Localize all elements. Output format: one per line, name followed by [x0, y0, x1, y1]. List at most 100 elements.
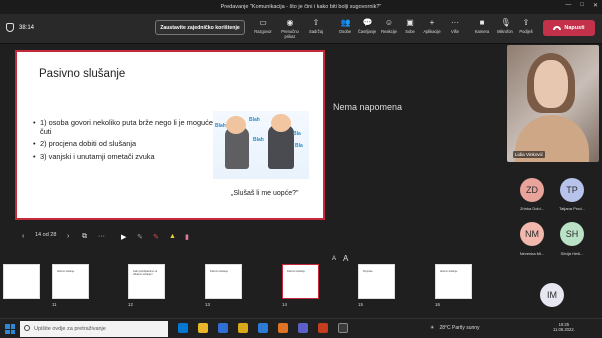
slide-title: Pasivno slušanje: [39, 68, 126, 80]
thumbnail-number: 12: [128, 302, 133, 307]
slide-thumbnail-current[interactable]: Pasivno slušanje: [282, 264, 319, 299]
minimize-icon[interactable]: —: [565, 2, 571, 9]
slide-bullet: 3) vanjski i unutarnji ometači zvuka: [33, 152, 213, 161]
hangup-icon: [553, 26, 562, 30]
tool-chat-button[interactable]: ▭ Razgovor: [251, 18, 275, 34]
stop-sharing-button[interactable]: Zaustavite zajedničko korištenje: [155, 20, 245, 35]
pen-icon[interactable]: ✎: [137, 233, 143, 241]
chat-icon: ▭: [259, 18, 267, 27]
slide-controls: ‹ 14 od 28 › ⧉ ··· ▶ ✎ ✎ ▲ ▮: [0, 226, 502, 246]
teams-icon[interactable]: [298, 323, 308, 333]
emoji-icon: ☺: [384, 18, 394, 27]
thumbnail-number: 14: [282, 302, 287, 307]
windows-taskbar: Upišite ovdje za pretraživanje ☀ 28°C Pa…: [0, 318, 602, 338]
slide-thumbnail[interactable]: Prepreke: [358, 264, 395, 299]
taskbar-clock[interactable]: 18:25 11.08.2022.: [553, 322, 575, 332]
slide-thumbnails: Aktivno slušanje 11 Kako poboljšavamo za…: [0, 262, 520, 310]
face-shape: [534, 60, 568, 108]
mail-icon[interactable]: [258, 323, 268, 333]
chat-bubble-icon: 💬: [362, 18, 373, 27]
pointer-icon[interactable]: ▶: [121, 233, 126, 241]
slide-thumbnail[interactable]: Aktivno slušanje: [435, 264, 472, 299]
man-head: [226, 116, 246, 134]
thumbnail-number: 11: [52, 302, 57, 307]
notes-label: Nema napomena: [333, 102, 403, 112]
participant-avatar[interactable]: SH: [560, 222, 584, 246]
tool-content-button[interactable]: ⇧ Sadržaj: [304, 18, 328, 34]
talking-men-illustration: Blah Blah Blah Bla Bla: [213, 111, 309, 179]
clock-date: 11.08.2022.: [553, 327, 575, 333]
weather-icon: ☀: [430, 325, 435, 331]
app-icon[interactable]: [338, 323, 348, 333]
weather-text: 28°C Partly sunny: [439, 325, 480, 331]
window-titlebar: Predavanje "Komunikacija - što je čini i…: [0, 0, 602, 14]
camera-icon: ■: [479, 18, 485, 27]
red-pen-icon[interactable]: ✎: [153, 233, 159, 241]
grid-view-icon[interactable]: ⧉: [82, 233, 87, 241]
shield-icon: [6, 23, 14, 32]
rooms-icon: ▣: [406, 18, 414, 27]
taskbar-search-placeholder: Upišite ovdje za pretraživanje: [34, 326, 106, 332]
page-counter: 14 od 28: [35, 232, 57, 238]
next-slide-icon[interactable]: ›: [67, 233, 69, 240]
participant-avatar[interactable]: NM: [520, 222, 544, 246]
tool-rooms-button[interactable]: ▣ Sobe: [398, 18, 422, 34]
slide-thumbnail[interactable]: Aktivno slušanje: [52, 264, 89, 299]
more-options-icon[interactable]: ···: [98, 233, 105, 240]
blah-word: Blah: [215, 123, 226, 129]
tool-chat-bubble-button[interactable]: 💬 Čavrljanje: [355, 18, 379, 34]
slide-thumbnail[interactable]: Pasivno slušanje: [205, 264, 242, 299]
highlighter-icon[interactable]: ▲: [169, 233, 176, 240]
blah-word: Blah: [253, 137, 264, 143]
leave-button[interactable]: Napusti: [543, 20, 595, 36]
file-explorer-icon[interactable]: [238, 323, 248, 333]
app-icon[interactable]: [278, 323, 288, 333]
meeting-toolbar: 38:14 Zaustavite zajedničko korištenje ▭…: [0, 14, 602, 44]
participant-video[interactable]: Lidia Vinković: [507, 45, 599, 162]
edge-icon[interactable]: [178, 323, 188, 333]
slide-thumbnail[interactable]: [3, 264, 40, 299]
people-icon: 👥: [340, 18, 351, 27]
blah-word: Bla: [293, 131, 301, 137]
tool-camera-button[interactable]: ■ Kamera: [470, 18, 494, 34]
mic-icon: 🎙: [500, 18, 511, 27]
system-tray: ☀ 28°C Partly sunny: [430, 325, 480, 331]
slide-thumbnail[interactable]: Kako poboljšavamo za efikasno slušanje?: [128, 264, 165, 299]
tool-apps-button[interactable]: + Aplikacije: [420, 18, 444, 34]
participant-avatar[interactable]: TP: [560, 178, 584, 202]
close-icon[interactable]: ✕: [593, 2, 598, 9]
windows-start-icon[interactable]: [5, 324, 15, 334]
participant-name: Silvija Hešl...: [560, 251, 584, 256]
tool-more-button[interactable]: ··· Više: [443, 18, 467, 34]
leave-label: Napusti: [564, 25, 585, 31]
thumbnail-number: 16: [435, 302, 440, 307]
eye-icon: ◉: [286, 18, 294, 27]
share-up-icon: ⇪: [522, 18, 530, 27]
slide-bullet: 1) osoba govori nekoliko puta brže nego …: [33, 118, 213, 136]
participant-avatar[interactable]: IM: [540, 283, 564, 307]
prev-slide-icon[interactable]: ‹: [22, 233, 24, 240]
powerpoint-icon[interactable]: [318, 323, 328, 333]
participant-name: Tatjana Prod...: [559, 206, 585, 211]
window-controls: — □ ✕: [565, 2, 598, 9]
tool-people-button[interactable]: 👥 Osobe: [333, 18, 357, 34]
tool-preview-button[interactable]: ◉ Prenočno prikaz: [278, 18, 302, 39]
eraser-icon[interactable]: ▮: [185, 233, 189, 241]
slide-bullets: 1) osoba govori nekoliko puta brže nego …: [33, 118, 213, 164]
slide-bullet: 2) procjena dobiti od slušanja: [33, 139, 213, 148]
blah-word: Bla: [295, 143, 303, 149]
participant-avatar[interactable]: ZD: [520, 178, 544, 202]
slide-caption: „Slušaš li me uopće?": [231, 190, 299, 197]
maximize-icon[interactable]: □: [580, 2, 584, 9]
taskbar-search[interactable]: Upišite ovdje za pretraživanje: [20, 321, 168, 337]
chrome-icon[interactable]: [198, 323, 208, 333]
blah-word: Blah: [249, 117, 260, 123]
current-slide: Pasivno slušanje 1) osoba govori nekolik…: [15, 50, 325, 220]
window-title: Predavanje "Komunikacija - što je čini i…: [220, 4, 382, 10]
share-icon: ⇧: [312, 18, 320, 27]
plus-icon: +: [429, 18, 435, 27]
tool-share-button[interactable]: ⇪ Podijeli: [514, 18, 538, 34]
ellipsis-icon: ···: [451, 18, 459, 27]
word-icon[interactable]: [218, 323, 228, 333]
meeting-timer: 38:14: [6, 23, 34, 32]
